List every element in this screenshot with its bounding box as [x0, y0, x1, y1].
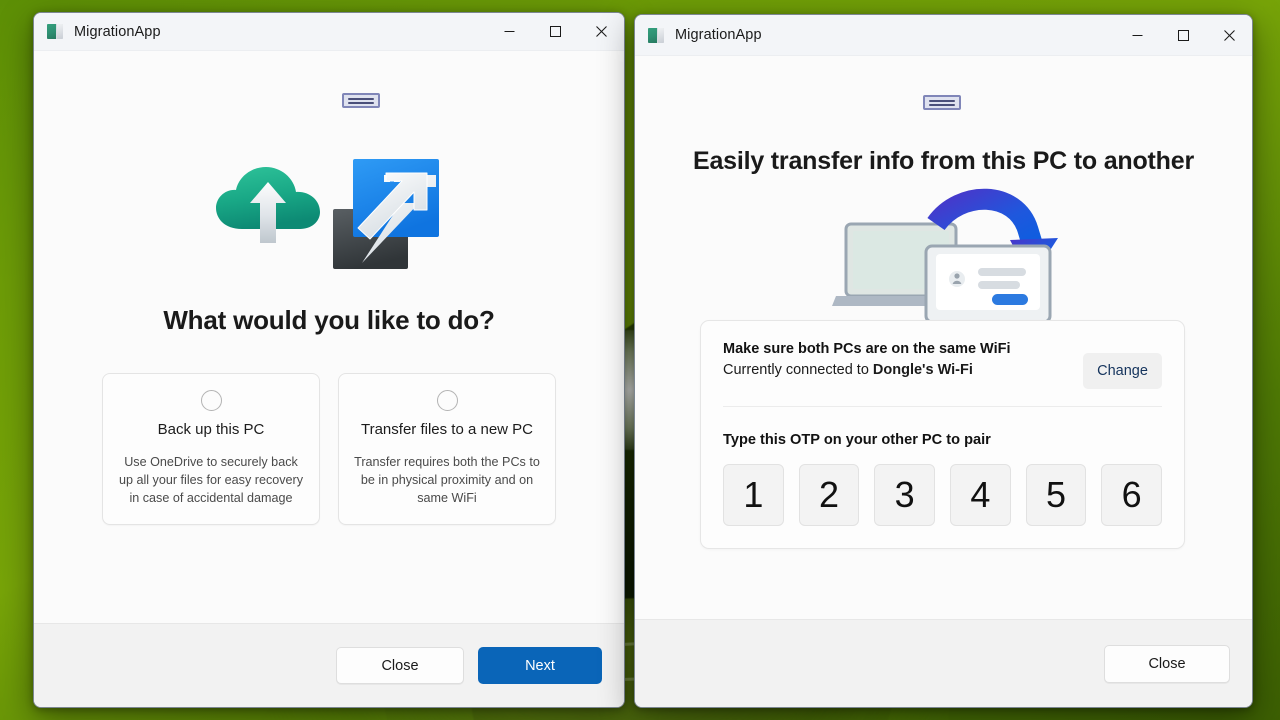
window-migrationapp-left[interactable]: MigrationApp What would you like to do? … [33, 12, 625, 708]
window-migrationapp-right[interactable]: MigrationApp Easily transfer info from t… [634, 14, 1253, 708]
pairing-panel: Make sure both PCs are on the same WiFi … [700, 320, 1185, 549]
window-title: MigrationApp [675, 27, 762, 43]
two-laptops-transfer-arrow-illustration [820, 188, 1070, 328]
maximize-icon[interactable] [532, 13, 578, 50]
radio-backup[interactable] [200, 390, 222, 411]
caption-buttons-left [486, 13, 624, 50]
footer-right: Close [635, 619, 1252, 707]
page-title: What would you like to do? [163, 305, 495, 335]
option-description: Transfer requires both the PCs to be in … [354, 454, 540, 506]
otp-instruction-label: Type this OTP on your other PC to pair [723, 432, 991, 448]
choice-options-row: Back up this PC Use OneDrive to securely… [34, 373, 624, 525]
otp-digit: 4 [950, 464, 1011, 526]
titlebar-right[interactable]: MigrationApp [635, 15, 1252, 56]
titlebar-left[interactable]: MigrationApp [34, 13, 624, 51]
progress-pill-indicator[interactable] [923, 95, 961, 110]
migration-app-icon [47, 24, 63, 39]
panel-divider [723, 406, 1162, 407]
minimize-icon[interactable] [1114, 15, 1160, 55]
otp-digit: 2 [798, 464, 860, 526]
option-title: Transfer files to a new PC [360, 421, 533, 438]
change-wifi-button[interactable]: Change [1083, 353, 1162, 389]
desktop-background: MigrationApp What would you like to do? … [0, 0, 1280, 720]
migration-app-icon [648, 27, 664, 43]
otp-digit: 6 [1101, 464, 1163, 526]
hero-illustration-left [216, 159, 439, 269]
option-card-backup[interactable]: Back up this PC Use OneDrive to securely… [102, 373, 320, 525]
hero-illustration-right [832, 188, 1063, 328]
next-button[interactable]: Next [478, 647, 602, 684]
radio-transfer[interactable] [436, 390, 458, 411]
wifi-headline: Make sure both PCs are on the same WiFi [723, 341, 1011, 357]
maximize-icon[interactable] [1160, 15, 1206, 55]
window-title: MigrationApp [74, 23, 161, 40]
otp-digit: 5 [1025, 464, 1087, 526]
wifi-status-row: Make sure both PCs are on the same WiFi … [723, 339, 1162, 389]
close-icon[interactable] [578, 13, 624, 50]
right-window-body: Easily transfer info from this PC to ano… [635, 56, 1252, 619]
wifi-network-name: Dongle's Wi-Fi [872, 362, 973, 379]
otp-digit: 3 [874, 464, 936, 526]
left-window-body: What would you like to do? Back up this … [34, 51, 624, 623]
otp-digits-row: 1 2 3 4 5 6 [723, 464, 1163, 526]
wifi-status-text: Make sure both PCs are on the same WiFi … [723, 339, 1071, 381]
progress-pill-indicator[interactable] [342, 93, 380, 108]
option-description: Use OneDrive to securely back up all you… [118, 454, 304, 506]
wifi-current-network: Currently connected to Dongle's Wi-Fi [723, 360, 1071, 381]
page-title: Easily transfer info from this PC to ano… [692, 147, 1194, 175]
onedrive-cloud-and-transfer-icon [214, 151, 444, 281]
caption-buttons-right [1114, 15, 1252, 55]
minimize-icon[interactable] [486, 13, 532, 50]
close-icon[interactable] [1206, 15, 1252, 55]
close-button[interactable]: Close [1104, 644, 1230, 683]
close-button[interactable]: Close [336, 647, 464, 684]
otp-digit: 1 [723, 464, 784, 526]
footer-left: Close Next [34, 623, 624, 707]
option-title: Back up this PC [157, 421, 265, 438]
option-card-transfer[interactable]: Transfer files to a new PC Transfer requ… [338, 373, 556, 525]
wifi-status-prefix: Currently connected to [723, 362, 873, 379]
